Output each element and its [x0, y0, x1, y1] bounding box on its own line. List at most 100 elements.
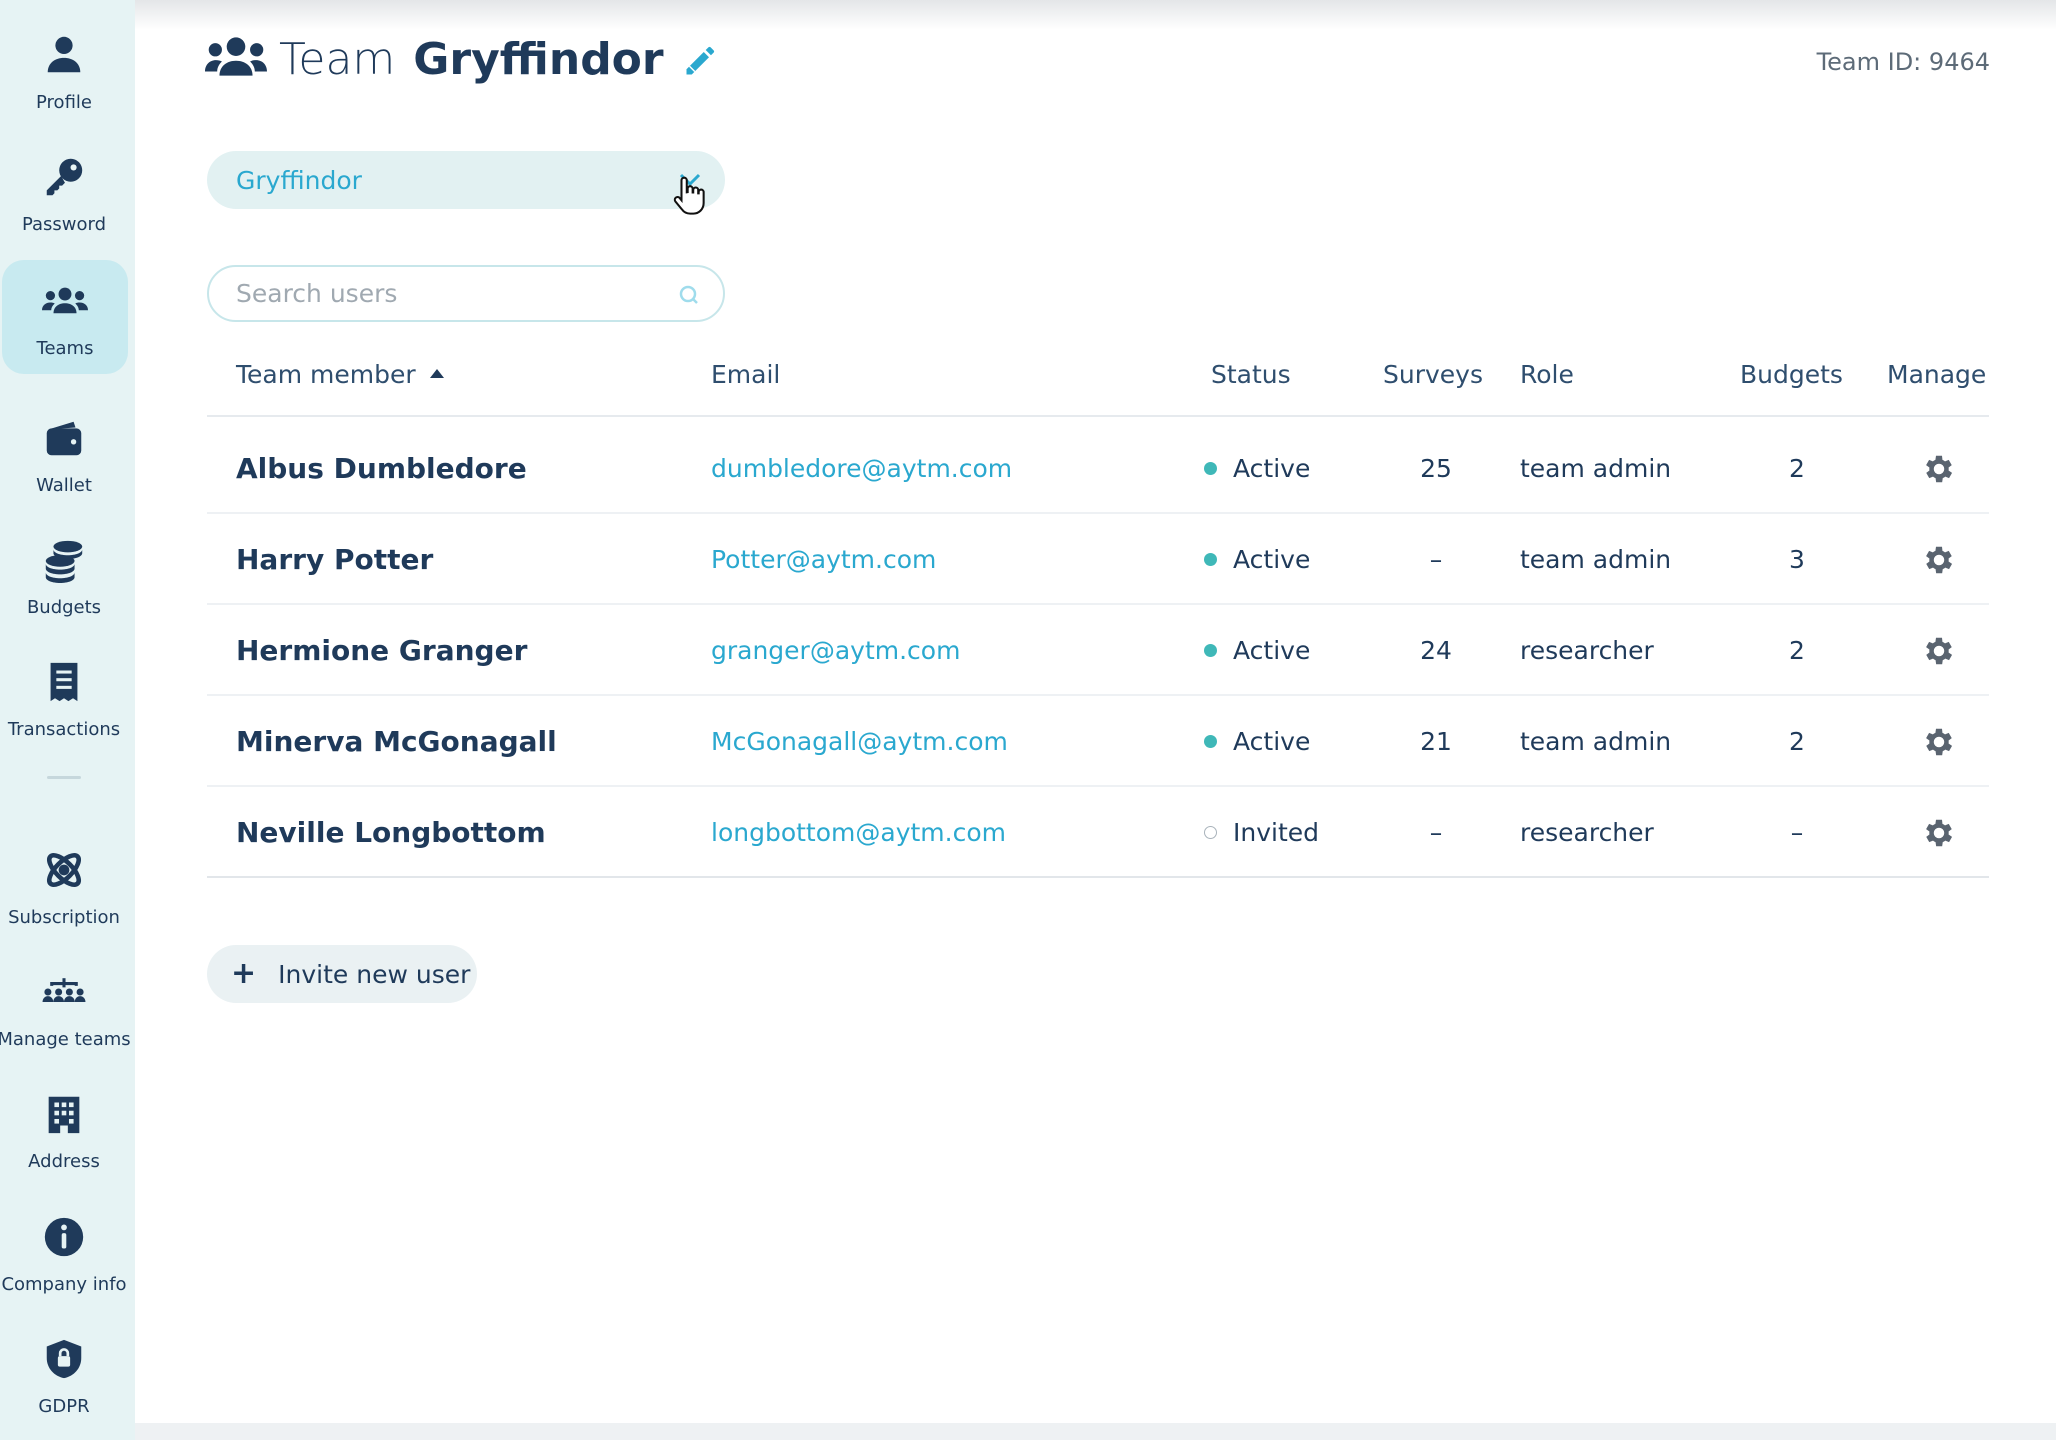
- member-email[interactable]: dumbledore@aytm.com: [711, 423, 1012, 514]
- surveys-count: –: [1429, 818, 1443, 847]
- member-email[interactable]: granger@aytm.com: [711, 605, 960, 696]
- surveys-count: 25: [1420, 454, 1452, 483]
- gear-icon[interactable]: [1921, 787, 1957, 878]
- sidebar-item-label: Address: [28, 1151, 100, 1172]
- surveys-count: 24: [1420, 636, 1452, 665]
- team-select[interactable]: Gryffindor: [207, 151, 725, 209]
- sidebar: Profile Password Teams Wallet Budgets Tr…: [0, 0, 135, 1440]
- invite-new-user-button[interactable]: + Invite new user: [207, 945, 477, 1003]
- team-select-value: Gryffindor: [236, 165, 362, 195]
- sidebar-item-company-info[interactable]: Company info: [0, 1182, 128, 1296]
- table-header: Team member Email Status Surveys Role Bu…: [207, 360, 1989, 417]
- sidebar-item-gdpr[interactable]: GDPR: [0, 1304, 128, 1418]
- sidebar-item-label: Subscription: [8, 907, 120, 928]
- team-id-value: 9464: [1928, 48, 1990, 76]
- budgets-count: 3: [1789, 545, 1805, 574]
- member-role: researcher: [1520, 818, 1654, 847]
- status-text: Invited: [1233, 818, 1320, 847]
- status-text: Active: [1233, 727, 1311, 756]
- member-name: Hermione Granger: [236, 634, 528, 667]
- team-id: Team ID: 9464: [1817, 48, 1990, 76]
- status-badge: Active: [1204, 696, 1310, 787]
- member-role: researcher: [1520, 636, 1654, 665]
- member-name: Harry Potter: [236, 543, 434, 576]
- sidebar-item-label: Profile: [36, 92, 92, 113]
- window-top-bar: [0, 0, 2056, 30]
- budgets-count: –: [1790, 818, 1804, 847]
- hand-cursor-icon: [673, 176, 705, 215]
- status-text: Active: [1233, 545, 1311, 574]
- column-label: Team member: [236, 360, 416, 389]
- gear-icon[interactable]: [1921, 696, 1957, 787]
- pencil-icon[interactable]: [664, 35, 718, 83]
- sort-ascending-icon: [429, 368, 444, 378]
- column-status[interactable]: Status: [1211, 360, 1291, 389]
- user-icon: [39, 30, 89, 80]
- status-text: Active: [1233, 636, 1311, 665]
- sidebar-item-wallet[interactable]: Wallet: [0, 383, 128, 497]
- sidebar-item-budgets[interactable]: Budgets: [0, 505, 128, 619]
- status-badge: Active: [1204, 423, 1310, 514]
- member-email[interactable]: Potter@aytm.com: [711, 514, 936, 605]
- search-box: [207, 265, 725, 322]
- sidebar-item-teams[interactable]: Teams: [2, 260, 128, 374]
- sidebar-item-profile[interactable]: Profile: [0, 0, 128, 114]
- sidebar-item-manage-teams[interactable]: Manage teams: [0, 937, 131, 1051]
- column-team-member[interactable]: Team member: [236, 360, 444, 389]
- search-input[interactable]: [236, 279, 656, 308]
- column-manage: Manage: [1887, 360, 1987, 389]
- search-icon[interactable]: [677, 283, 701, 307]
- info-icon: [39, 1212, 89, 1262]
- sidebar-item-transactions[interactable]: Transactions: [0, 627, 128, 741]
- budgets-count: 2: [1789, 454, 1805, 483]
- status-dot: [1204, 735, 1217, 748]
- table-row: Albus Dumbledore dumbledore@aytm.com Act…: [207, 423, 1989, 514]
- member-email[interactable]: McGonagall@aytm.com: [711, 696, 1008, 787]
- sidebar-item-label: Transactions: [7, 719, 121, 740]
- sidebar-item-address[interactable]: Address: [0, 1059, 128, 1173]
- column-email[interactable]: Email: [711, 360, 780, 389]
- users-icon: [205, 34, 267, 84]
- member-name: Albus Dumbledore: [236, 452, 527, 485]
- status-dot: [1204, 826, 1217, 839]
- member-email[interactable]: longbottom@aytm.com: [711, 787, 1006, 878]
- column-budgets[interactable]: Budgets: [1740, 360, 1843, 389]
- gear-icon[interactable]: [1921, 423, 1957, 514]
- users-icon: [40, 276, 90, 326]
- sidebar-divider: [47, 776, 81, 779]
- team-structure-icon: [39, 967, 89, 1017]
- team-name: Gryffindor: [413, 33, 664, 85]
- column-surveys[interactable]: Surveys: [1383, 360, 1483, 389]
- team-title-prefix: Team: [279, 33, 396, 85]
- table-row: Minerva McGonagall McGonagall@aytm.com A…: [207, 696, 1989, 787]
- shield-lock-icon: [39, 1334, 89, 1384]
- window-bottom-bar: [135, 1423, 2056, 1440]
- sidebar-item-password[interactable]: Password: [0, 122, 128, 236]
- table-row: Hermione Granger granger@aytm.com Active…: [207, 605, 1989, 696]
- table-row: Harry Potter Potter@aytm.com Active – te…: [207, 514, 1989, 605]
- status-text: Active: [1233, 454, 1311, 483]
- member-role: team admin: [1520, 454, 1672, 483]
- status-dot: [1204, 553, 1217, 566]
- status-badge: Invited: [1204, 787, 1319, 878]
- status-dot: [1204, 462, 1217, 475]
- budgets-count: 2: [1789, 636, 1805, 665]
- sidebar-item-label: Teams: [36, 338, 94, 359]
- member-role: team admin: [1520, 545, 1672, 574]
- invite-label: Invite new user: [278, 959, 471, 989]
- sidebar-item-label: GDPR: [38, 1396, 90, 1417]
- key-icon: [39, 152, 89, 202]
- team-id-label: Team ID:: [1816, 48, 1922, 76]
- status-dot: [1204, 644, 1217, 657]
- column-role[interactable]: Role: [1520, 360, 1574, 389]
- status-badge: Active: [1204, 514, 1310, 605]
- sidebar-item-subscription[interactable]: Subscription: [0, 815, 128, 929]
- member-role: team admin: [1520, 727, 1672, 756]
- surveys-count: 21: [1420, 727, 1452, 756]
- member-name: Neville Longbottom: [236, 816, 546, 849]
- gear-icon[interactable]: [1921, 605, 1957, 696]
- page-title: Team Gryffindor: [205, 30, 718, 88]
- sidebar-item-label: Wallet: [36, 475, 92, 496]
- table-row: Neville Longbottom longbottom@aytm.com I…: [207, 787, 1989, 878]
- gear-icon[interactable]: [1921, 514, 1957, 605]
